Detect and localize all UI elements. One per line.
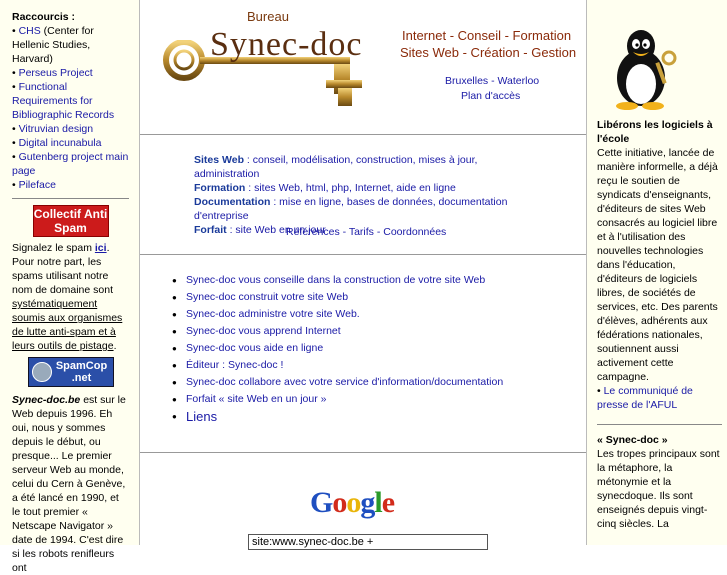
link-gutenberg[interactable]: Gutenberg project main page — [12, 151, 128, 177]
divider — [140, 254, 586, 255]
aful-press-link[interactable]: Le communiqué de presse de l'AFUL — [597, 385, 693, 411]
access-map-link[interactable]: Plan d'accès — [461, 90, 520, 102]
spam-paragraph: Signalez le spam ici. Pour notre part, l… — [12, 242, 123, 352]
right-sidebar: Libérons les logiciels à l'école Cette i… — [586, 0, 727, 545]
link-perseus[interactable]: Perseus Project — [19, 67, 93, 79]
collectif-antispam-badge[interactable]: Collectif Anti Spam — [32, 205, 109, 237]
left-sidebar: Raccourcis : • CHS (Center for Hellenic … — [0, 0, 140, 574]
list-item: Synec-doc vous aide en ligne — [172, 340, 572, 357]
main-content: Bureau Synec-doc Internet - Conseil - Fo… — [140, 0, 586, 550]
right-heading: Libérons les logiciels à l'école — [597, 119, 713, 145]
link-pileface[interactable]: Pileface — [19, 179, 56, 191]
divider — [140, 452, 586, 453]
list-item: Synec-doc vous conseille dans la constru… — [172, 272, 572, 289]
references-tarifs-links[interactable]: Références - Tarifs - Coordonnées — [286, 226, 446, 238]
tux-penguin-icon — [616, 30, 677, 110]
google-logo: Google — [310, 486, 395, 519]
tagline-1: Internet - Conseil - Formation — [402, 28, 572, 43]
press-link-item: • Le communiqué de presse de l'AFUL — [597, 385, 693, 411]
list-item: Forfait « site Web en un jour » — [172, 391, 572, 408]
search-input[interactable] — [248, 534, 488, 550]
services-summary: Sites Web : conseil, modélisation, const… — [194, 154, 508, 236]
synecdoc-heading: « Synec-doc » — [597, 434, 668, 446]
bureau-label: Bureau — [247, 9, 289, 24]
divider — [597, 424, 722, 425]
list-item: Synec-doc administre votre site Web. — [172, 306, 572, 323]
shortcuts-heading: Raccourcis : — [12, 11, 76, 23]
shortcut-item: • CHS (Center for Hellenic Studies, Harv… — [12, 25, 94, 65]
list-item: Synec-doc vous apprend Internet — [172, 323, 572, 340]
shortcut-item: • Perseus Project — [12, 67, 93, 79]
divider — [12, 198, 129, 199]
brand-title: Synec-doc — [210, 26, 363, 63]
link-frbr[interactable]: Functional Requirements for Bibliographi… — [12, 81, 114, 121]
list-item: Liens — [172, 408, 572, 425]
spamcop-logo-icon — [31, 362, 52, 382]
divider — [140, 134, 586, 135]
link-chs[interactable]: CHS — [19, 25, 41, 37]
shortcut-item: • Functional Requirements for Bibliograp… — [12, 81, 115, 121]
list-item: Synec-doc collabore avec votre service d… — [172, 374, 572, 391]
list-item: Synec-doc construit votre site Web — [172, 289, 572, 306]
link-incunabula[interactable]: Digital incunabula — [19, 137, 102, 149]
services-list: Synec-doc vous conseille dans la constru… — [172, 272, 572, 425]
shortcut-item: • Vitruvian design — [12, 123, 94, 135]
about-paragraph: Synec-doc.be est sur le Web depuis 1996.… — [12, 394, 126, 574]
spamcop-badge[interactable]: SpamCop .net — [27, 357, 114, 387]
list-item: Éditeur : Synec-doc ! — [172, 357, 572, 374]
shortcut-item: • Gutenberg project main page — [12, 151, 129, 177]
shortcut-item: • Pileface — [12, 179, 56, 191]
right-paragraph: Cette initiative, lancée de manière info… — [597, 147, 718, 383]
location-link[interactable]: Bruxelles - Waterloo — [445, 75, 539, 87]
synecdoc-paragraph: Les tropes principaux sont la métaphore,… — [597, 448, 720, 530]
tagline-2: Sites Web - Création - Gestion — [400, 45, 577, 60]
shortcut-item: • Digital incunabula — [12, 137, 102, 149]
link-vitruvian[interactable]: Vitruvian design — [19, 123, 94, 135]
report-spam-link[interactable]: ici — [95, 242, 107, 254]
